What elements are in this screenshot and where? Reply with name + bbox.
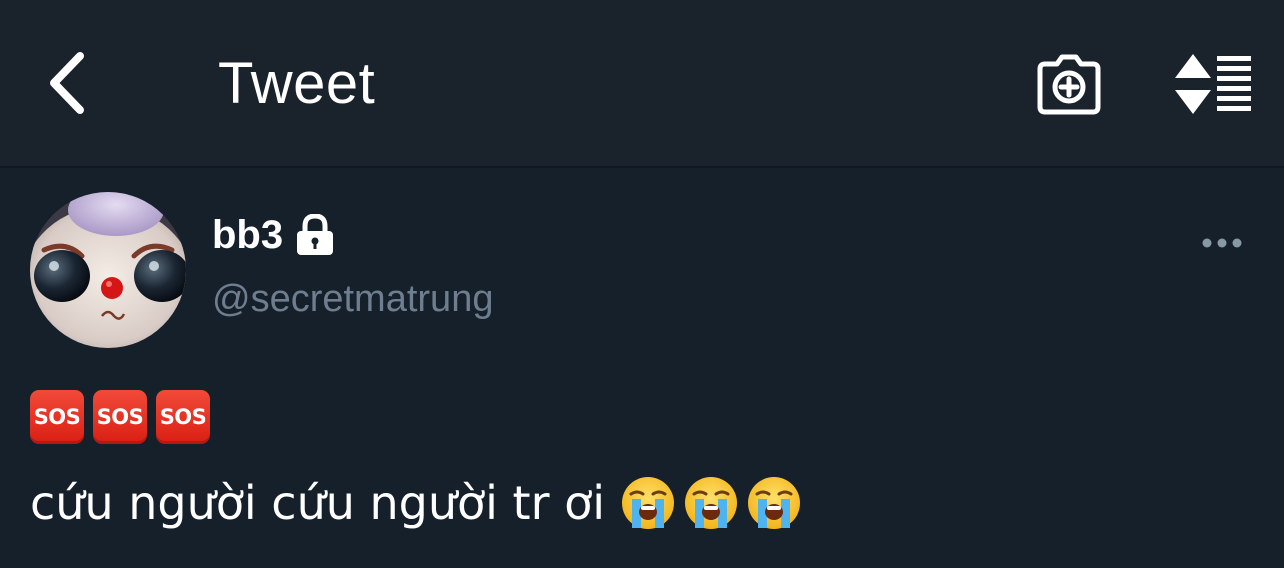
camera-button[interactable]: [1030, 46, 1108, 124]
sos-emoji-row: SOS SOS SOS: [30, 390, 210, 444]
more-options-button[interactable]: [1196, 224, 1248, 262]
chevron-left-icon: [50, 52, 84, 114]
sos-emoji: SOS: [30, 390, 84, 444]
sort-button[interactable]: [1168, 48, 1256, 120]
avatar[interactable]: [30, 192, 186, 348]
user-handle[interactable]: @secretmatrung: [212, 278, 493, 321]
loudly-crying-face-icon: [685, 477, 738, 529]
lock-icon: [293, 213, 337, 257]
camera-plus-icon: [1037, 54, 1101, 115]
tweet-detail-screen: Tweet bb3 @secretmatrung SOS SOS SOS cứu…: [0, 0, 1284, 568]
sos-emoji: SOS: [93, 390, 147, 444]
loudly-crying-face-icon: [748, 477, 801, 529]
sos-emoji: SOS: [156, 390, 210, 444]
avatar-image: [30, 192, 186, 348]
tweet-text: cứu người cứu người tr ơi: [30, 476, 606, 530]
more-horizontal-icon: [1202, 238, 1242, 248]
sort-lines-icon: [1175, 54, 1251, 114]
display-name-row: bb3: [212, 208, 337, 262]
page-title: Tweet: [218, 51, 376, 116]
loudly-crying-face-icon: [622, 477, 675, 529]
header-bar: Tweet: [0, 0, 1284, 168]
back-button[interactable]: [28, 38, 108, 128]
tweet-body: cứu người cứu người tr ơi: [30, 468, 810, 538]
display-name[interactable]: bb3: [212, 213, 283, 258]
